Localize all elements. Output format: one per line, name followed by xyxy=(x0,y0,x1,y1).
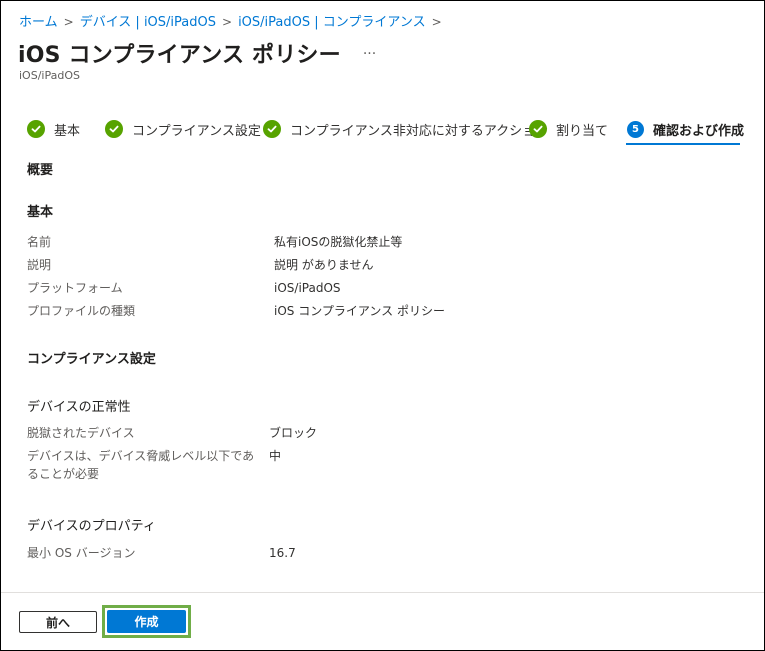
breadcrumb: ホーム > デバイス | iOS/iPadOS > iOS/iPadOS | コンプライ… xyxy=(19,11,448,30)
check-circle-icon xyxy=(529,120,547,138)
check-circle-icon xyxy=(105,120,123,138)
field-value-threat-level: 中 xyxy=(269,449,282,463)
field-label-profile-type: プロファイルの種類 xyxy=(27,304,136,318)
breadcrumb-home[interactable]: ホーム xyxy=(19,15,58,30)
breadcrumb-separator-icon: > xyxy=(431,15,442,29)
page-title: iOS コンプライアンス ポリシー xyxy=(18,43,341,68)
wizard-step-label: コンプライアンス設定 xyxy=(132,123,261,139)
create-button[interactable]: 作成 xyxy=(107,610,186,633)
wizard-step-basics[interactable]: 基本 xyxy=(27,117,80,141)
footer-divider xyxy=(1,592,764,593)
field-label-platform: プラットフォーム xyxy=(27,281,123,295)
breadcrumb-separator-icon: > xyxy=(222,15,233,29)
title-row: iOS コンプライアンス ポリシー ··· xyxy=(18,37,376,69)
breadcrumb-devices-ios[interactable]: デバイス | iOS/iPadOS xyxy=(80,15,216,30)
wizard-steps: 基本 コンプライアンス設定 コンプライアンス非対応に対するアクション 割り当て … xyxy=(1,117,764,147)
basics-heading: 基本 xyxy=(27,205,54,220)
page-subtitle: iOS/iPadOS xyxy=(19,69,80,82)
wizard-step-label: コンプライアンス非対応に対するアクション xyxy=(290,123,549,139)
wizard-step-label: 基本 xyxy=(54,123,81,139)
field-label-threat-level: デバイスは、デバイス脅威レベル以下であることが必要 xyxy=(27,449,255,481)
check-circle-icon xyxy=(27,120,45,138)
wizard-step-compliance-settings[interactable]: コンプライアンス設定 xyxy=(105,117,261,141)
overview-heading: 概要 xyxy=(27,163,54,178)
wizard-step-noncompliance-actions[interactable]: コンプライアンス非対応に対するアクション xyxy=(263,117,548,141)
field-label-name: 名前 xyxy=(27,235,52,249)
device-properties-heading: デバイスのプロパティ xyxy=(27,519,156,534)
field-label-jailbroken: 脱獄されたデバイス xyxy=(27,426,135,440)
breadcrumb-ios-compliance[interactable]: iOS/iPadOS | コンプライアンス xyxy=(238,15,426,30)
field-value-jailbroken: ブロック xyxy=(269,426,318,440)
wizard-step-assignments[interactable]: 割り当て xyxy=(529,117,608,141)
wizard-step-review-create[interactable]: 5 確認および作成 xyxy=(627,117,744,141)
device-health-heading: デバイスの正常性 xyxy=(27,400,131,415)
field-value-profile-type: iOS コンプライアンス ポリシー xyxy=(274,304,445,318)
field-label-description: 説明 xyxy=(27,258,52,272)
field-value-description: 説明 がありません xyxy=(274,258,374,272)
field-value-min-os: 16.7 xyxy=(269,546,296,560)
breadcrumb-separator-icon: > xyxy=(63,15,74,29)
field-value-platform: iOS/iPadOS xyxy=(274,281,341,295)
wizard-step-label: 確認および作成 xyxy=(653,123,745,139)
more-options-button[interactable]: ··· xyxy=(363,46,376,62)
check-circle-icon xyxy=(263,120,281,138)
field-value-name: 私有iOSの脱獄化禁止等 xyxy=(274,235,403,249)
field-label-min-os: 最小 OS バージョン xyxy=(27,546,136,560)
previous-button[interactable]: 前へ xyxy=(19,611,97,633)
window-frame: ホーム > デバイス | iOS/iPadOS > iOS/iPadOS | コンプライ… xyxy=(0,0,765,651)
active-step-underline xyxy=(626,143,740,145)
compliance-settings-heading: コンプライアンス設定 xyxy=(27,352,156,367)
wizard-step-label: 割り当て xyxy=(556,123,609,139)
step-number-icon: 5 xyxy=(627,120,644,138)
